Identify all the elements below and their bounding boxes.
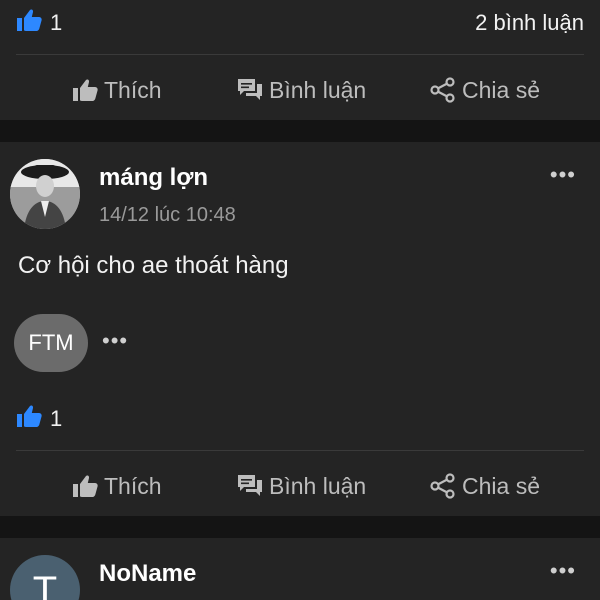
- reactions-row: 1: [16, 404, 584, 434]
- post-text: Cơ hội cho ae thoát hàng: [18, 252, 289, 279]
- comment-count[interactable]: 2 bình luận: [475, 10, 584, 36]
- like-label: Thích: [104, 76, 162, 103]
- previous-post-card: 1 2 bình luận Thích Bình luận Chia sẻ: [0, 0, 600, 120]
- actions-row: Thích Bình luận Chia sẻ: [0, 466, 600, 506]
- share-label: Chia sẻ: [462, 472, 540, 499]
- share-button[interactable]: Chia sẻ: [430, 473, 540, 500]
- like-label: Thích: [104, 472, 162, 499]
- comment-button[interactable]: Bình luận: [237, 473, 366, 500]
- tag-more-icon[interactable]: •••: [102, 328, 128, 354]
- ticker-tag[interactable]: FTM: [14, 314, 88, 372]
- like-summary[interactable]: 1: [16, 8, 62, 38]
- more-options-icon[interactable]: •••: [550, 162, 576, 188]
- divider: [16, 54, 584, 55]
- comment-button[interactable]: Bình luận: [237, 77, 366, 104]
- blue-thumbs-up-icon: [16, 8, 42, 38]
- blue-thumbs-up-icon: [16, 404, 42, 434]
- share-button[interactable]: Chia sẻ: [430, 77, 540, 104]
- comment-icon: [237, 78, 263, 102]
- next-post-card: T NoName •••: [0, 538, 600, 600]
- thumbs-up-icon: [72, 78, 98, 102]
- author-name[interactable]: máng lợn: [99, 164, 208, 192]
- more-options-icon[interactable]: •••: [550, 558, 576, 584]
- post-card: máng lợn 14/12 lúc 10:48 ••• Cơ hội cho …: [0, 142, 600, 516]
- divider: [16, 450, 584, 451]
- like-button[interactable]: Thích: [72, 473, 162, 500]
- comment-label: Bình luận: [269, 472, 367, 499]
- post-timestamp[interactable]: 14/12 lúc 10:48: [99, 204, 236, 227]
- actions-row: Thích Bình luận Chia sẻ: [0, 70, 600, 110]
- share-icon: [430, 473, 456, 499]
- author-name[interactable]: NoName: [99, 560, 196, 588]
- like-count: 1: [50, 406, 63, 431]
- reactions-row: 1 2 bình luận: [16, 8, 584, 38]
- share-icon: [430, 77, 456, 103]
- comment-label: Bình luận: [269, 76, 367, 103]
- like-count: 1: [50, 10, 63, 35]
- avatar-photo: [10, 159, 80, 229]
- comment-icon: [237, 474, 263, 498]
- avatar[interactable]: T: [10, 555, 80, 600]
- avatar[interactable]: [10, 159, 80, 229]
- thumbs-up-icon: [72, 474, 98, 498]
- like-summary[interactable]: 1: [16, 404, 62, 434]
- like-button[interactable]: Thích: [72, 77, 162, 104]
- avatar-letter: T: [32, 569, 58, 600]
- share-label: Chia sẻ: [462, 76, 540, 103]
